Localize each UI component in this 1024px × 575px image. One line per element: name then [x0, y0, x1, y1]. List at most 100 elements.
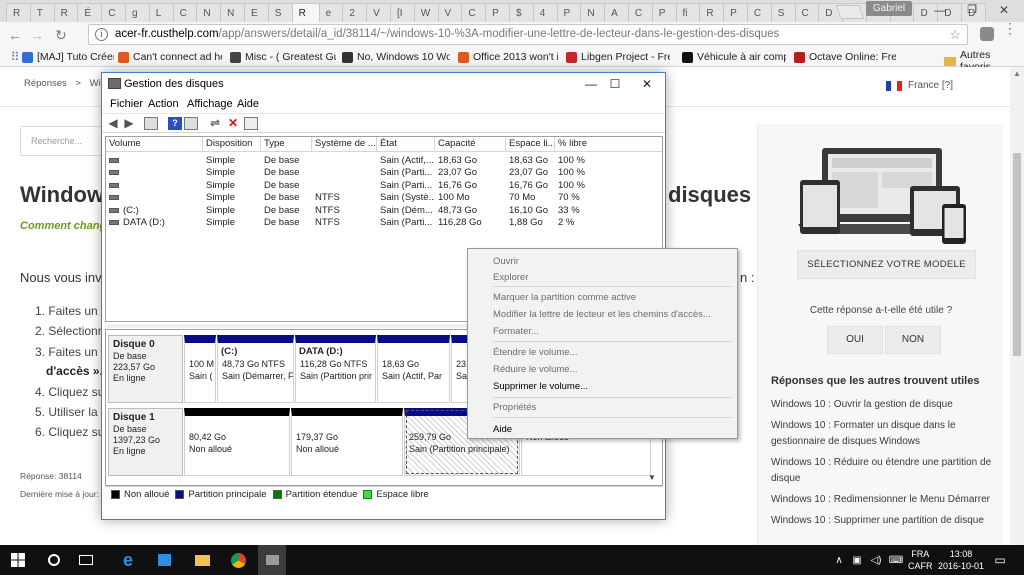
- context-menu-item[interactable]: Ouvrir: [493, 256, 519, 267]
- info-icon[interactable]: i: [95, 28, 108, 41]
- column-header[interactable]: % libre: [555, 137, 662, 152]
- disk-management-taskbar-icon[interactable]: [258, 545, 286, 575]
- yes-button[interactable]: OUI: [827, 326, 883, 354]
- column-header[interactable]: Volume: [106, 137, 203, 152]
- browser-tab[interactable]: S: [267, 3, 293, 22]
- column-header[interactable]: Espace li...: [506, 137, 555, 152]
- browser-tab[interactable]: 2: [342, 3, 368, 22]
- start-button[interactable]: [0, 545, 36, 575]
- window-titlebar[interactable]: Gestion des disques — ☐ ✕: [102, 73, 665, 95]
- disk0-label[interactable]: Disque 0 De base 223,57 Go En ligne: [108, 335, 183, 403]
- context-menu-item[interactable]: Marquer la partition comme active: [493, 292, 636, 303]
- bookmark-item[interactable]: Misc - ( Greatest Guit: [230, 49, 336, 65]
- context-menu-item[interactable]: Formater...: [493, 326, 539, 337]
- browser-tab[interactable]: É: [77, 3, 103, 22]
- scroll-thumb[interactable]: [1013, 153, 1021, 356]
- edge-icon[interactable]: e: [114, 545, 142, 575]
- breadcrumb-link[interactable]: Réponses: [24, 78, 67, 89]
- browser-tab[interactable]: N: [196, 3, 222, 22]
- maximize-icon[interactable]: ☐: [600, 75, 630, 93]
- browser-tab[interactable]: E: [243, 3, 269, 22]
- table-row[interactable]: DATA (D:) Simple De base NTFS Sain (Parti...…: [106, 217, 662, 229]
- select-model-button[interactable]: SÉLECTIONNEZ VOTRE MODELE: [797, 250, 976, 279]
- profile-button[interactable]: Gabriel: [866, 1, 912, 16]
- properties-icon[interactable]: [184, 117, 198, 130]
- input-language[interactable]: FRA CAFR: [908, 548, 933, 572]
- browser-tab[interactable]: e: [318, 3, 344, 22]
- forward-icon[interactable]: ▶: [122, 117, 136, 130]
- browser-tab[interactable]: fi: [675, 3, 701, 22]
- reload-icon[interactable]: ↻: [52, 26, 70, 44]
- search-input[interactable]: Recherche...: [20, 126, 110, 156]
- file-explorer-icon[interactable]: [188, 545, 216, 575]
- forward-icon[interactable]: →: [28, 26, 46, 44]
- partition-block[interactable]: 179,37 Go Non alloué: [291, 408, 403, 476]
- menu-action[interactable]: Action: [148, 98, 179, 110]
- column-header[interactable]: Système de ...: [312, 137, 377, 152]
- column-header[interactable]: Type: [261, 137, 312, 152]
- browser-tab[interactable]: S: [770, 3, 796, 22]
- browser-tab[interactable]: N: [580, 3, 606, 22]
- browser-tab[interactable]: C: [101, 3, 126, 22]
- bookmark-item[interactable]: Libgen Project - Free: [566, 49, 670, 65]
- browser-tab[interactable]: L: [148, 3, 174, 22]
- console-tree-icon[interactable]: [144, 117, 158, 130]
- menu-affichage[interactable]: Affichage: [187, 98, 233, 110]
- bookmark-item[interactable]: [MAJ] Tuto Créer Por: [22, 49, 114, 65]
- browser-tab[interactable]: C: [794, 3, 820, 22]
- bookmark-item[interactable]: No, Windows 10 Won: [342, 49, 450, 65]
- scroll-down-icon[interactable]: ▼: [648, 473, 656, 482]
- browser-tab[interactable]: R: [291, 3, 320, 22]
- browser-tab[interactable]: C: [746, 3, 772, 22]
- store-icon[interactable]: [150, 545, 178, 575]
- star-icon[interactable]: ☆: [949, 27, 961, 43]
- browser-tab[interactable]: R: [6, 3, 31, 22]
- browser-tab[interactable]: P: [485, 3, 510, 22]
- table-row[interactable]: (C:) Simple De base NTFS Sain (Dém... 48,73 G…: [106, 205, 662, 217]
- delete-icon[interactable]: ✕: [226, 117, 240, 130]
- task-view-icon[interactable]: [72, 545, 100, 575]
- network-icon[interactable]: ▣: [849, 545, 865, 575]
- related-link[interactable]: Windows 10 : Formater un disque dans le …: [771, 418, 997, 449]
- new-tab-button[interactable]: [835, 5, 865, 19]
- partition-block[interactable]: 18,63 Go Sain (Actif, Par: [377, 335, 450, 403]
- browser-tab[interactable]: N: [220, 3, 245, 22]
- column-header[interactable]: État: [377, 137, 435, 152]
- related-link[interactable]: Windows 10 : Réduire ou étendre une part…: [771, 455, 997, 486]
- table-row[interactable]: Simple De base NTFS Sain (Systè... 100 Mo 70 …: [106, 192, 662, 204]
- restore-icon[interactable]: ❐: [956, 0, 988, 20]
- menu-fichier[interactable]: Fichier: [110, 98, 143, 110]
- browser-tab[interactable]: T: [29, 3, 55, 22]
- context-menu-item[interactable]: Propriétés: [493, 402, 536, 413]
- back-icon[interactable]: ◀: [106, 117, 120, 130]
- partition-block[interactable]: 80,42 Go Non alloué: [184, 408, 290, 476]
- table-row[interactable]: Simple De base Sain (Actif,... 18,63 Go 18,6…: [106, 155, 662, 167]
- browser-tab[interactable]: [I: [389, 3, 415, 22]
- close-icon[interactable]: ✕: [632, 75, 662, 93]
- browser-tab[interactable]: A: [604, 3, 629, 22]
- list-view-icon[interactable]: [244, 117, 258, 130]
- extension-icon[interactable]: [980, 27, 994, 41]
- browser-tab[interactable]: C: [627, 3, 653, 22]
- column-header[interactable]: Capacité: [435, 137, 506, 152]
- close-icon[interactable]: ✕: [988, 0, 1020, 20]
- browser-tab[interactable]: P: [723, 3, 748, 22]
- browser-tab[interactable]: R: [53, 3, 79, 22]
- context-menu-item[interactable]: Étendre le volume...: [493, 347, 578, 358]
- browser-tab[interactable]: C: [461, 3, 487, 22]
- keyboard-icon[interactable]: ⌨: [888, 545, 904, 575]
- page-scrollbar[interactable]: ▲: [1010, 67, 1024, 545]
- help-icon[interactable]: ?: [168, 117, 182, 130]
- volume-icon[interactable]: ◁): [868, 545, 884, 575]
- scroll-up-icon[interactable]: ▲: [1013, 69, 1021, 78]
- browser-tab[interactable]: V: [437, 3, 463, 22]
- address-bar[interactable]: i acer-fr.custhelp.com/app/answers/detai…: [88, 24, 968, 45]
- related-link[interactable]: Windows 10 : Redimensionner le Menu Déma…: [771, 492, 997, 508]
- partition-block[interactable]: 100 M Sain (: [184, 335, 216, 403]
- context-menu-item[interactable]: Supprimer le volume...: [493, 381, 588, 392]
- language-selector[interactable]: France [?]: [886, 80, 953, 91]
- browser-tab[interactable]: C: [172, 3, 198, 22]
- menu-aide[interactable]: Aide: [237, 98, 259, 110]
- clock[interactable]: 13:08 2016-10-01: [938, 548, 984, 572]
- context-menu-item[interactable]: Réduire le volume...: [493, 364, 577, 375]
